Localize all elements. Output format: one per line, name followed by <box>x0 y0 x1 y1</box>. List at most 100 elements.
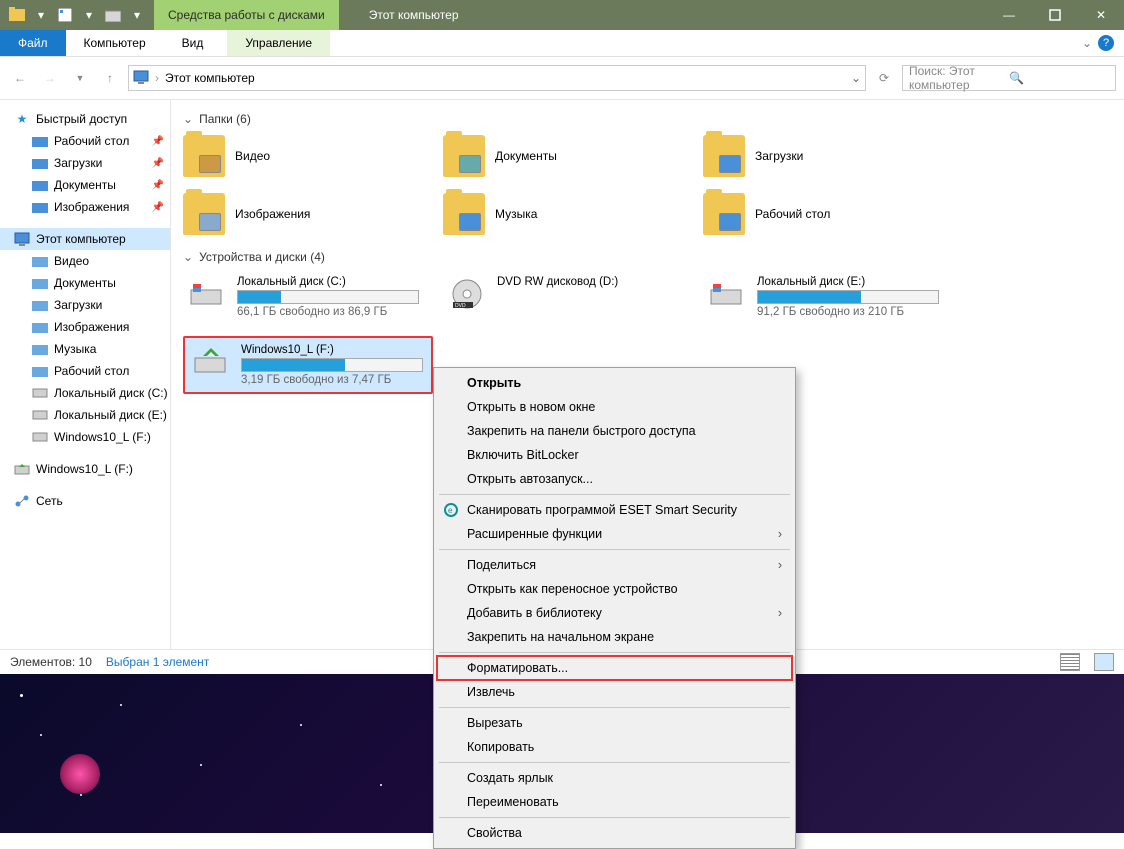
menu-item[interactable]: Открыть как переносное устройство <box>437 577 792 601</box>
tiles-view-button[interactable] <box>1094 653 1114 671</box>
maximize-button[interactable] <box>1032 0 1078 30</box>
drive-icon <box>191 344 231 380</box>
sidebar-pc-item[interactable]: Музыка <box>0 338 170 360</box>
help-icon[interactable]: ? <box>1098 35 1114 51</box>
folder-item[interactable]: Музыка <box>443 192 693 236</box>
menu-item[interactable]: Поделиться› <box>437 553 792 577</box>
sidebar-quick-item[interactable]: Документы📌 <box>0 174 170 196</box>
address-bar[interactable]: › Этот компьютер ⌄ <box>128 65 866 91</box>
menu-separator <box>439 707 790 708</box>
menu-item-label: Закрепить на начальном экране <box>467 630 654 644</box>
sidebar-network[interactable]: Сеть <box>0 490 170 512</box>
refresh-button[interactable]: ⟳ <box>872 66 896 90</box>
svg-text:DVD: DVD <box>455 303 466 309</box>
address-location: Этот компьютер <box>165 71 255 85</box>
drive-item[interactable]: DVDDVD RW дисковод (D:) <box>443 272 693 322</box>
drives-group-header[interactable]: ⌄Устройства и диски (4) <box>183 250 1112 264</box>
minimize-button[interactable]: — <box>986 0 1032 30</box>
menu-item[interactable]: Извлечь <box>437 680 792 704</box>
menu-item[interactable]: Вырезать <box>437 711 792 735</box>
menu-item[interactable]: Переименовать <box>437 790 792 814</box>
drive-icon <box>707 276 747 312</box>
menu-item[interactable]: Закрепить на панели быстрого доступа <box>437 419 792 443</box>
ribbon-tab-file[interactable]: Файл <box>0 30 66 56</box>
folder-item[interactable]: Рабочий стол <box>703 192 953 236</box>
ribbon-tab-computer[interactable]: Компьютер <box>66 30 164 56</box>
nav-back-button[interactable]: ← <box>8 66 32 90</box>
pin-icon: 📌 <box>152 202 164 213</box>
menu-separator <box>439 549 790 550</box>
search-input[interactable]: Поиск: Этот компьютер 🔍 <box>902 65 1116 91</box>
nav-recent-dropdown[interactable]: ▼ <box>68 66 92 90</box>
sidebar-item-label: Windows10_L (F:) <box>54 430 151 444</box>
selection-info: Выбран 1 элемент <box>106 655 209 669</box>
sidebar-quick-item[interactable]: Рабочий стол📌 <box>0 130 170 152</box>
address-dropdown-icon[interactable]: ⌄ <box>851 71 861 85</box>
properties-icon[interactable] <box>56 6 74 24</box>
sidebar-quick-item[interactable]: Изображения 📌 <box>0 196 170 218</box>
address-bar-row: ← → ▼ ↑ › Этот компьютер ⌄ ⟳ Поиск: Этот… <box>0 57 1124 100</box>
details-view-button[interactable] <box>1060 653 1080 671</box>
drive-item[interactable]: Windows10_L (F:)3,19 ГБ свободно из 7,47… <box>183 336 433 394</box>
folder-item[interactable]: Видео <box>183 134 433 178</box>
menu-item[interactable]: eСканировать программой ESET Smart Secur… <box>437 498 792 522</box>
qat-dropdown-icon[interactable]: ▾ <box>32 6 50 24</box>
sidebar-pc-item[interactable]: Видео <box>0 250 170 272</box>
sidebar-this-pc[interactable]: Этот компьютер <box>0 228 170 250</box>
network-icon <box>14 493 30 509</box>
library-icon <box>32 275 48 291</box>
drive-free-space: 3,19 ГБ свободно из 7,47 ГБ <box>241 374 425 386</box>
folders-group-header[interactable]: ⌄Папки (6) <box>183 112 1112 126</box>
menu-item[interactable]: Создать ярлык <box>437 766 792 790</box>
menu-separator <box>439 762 790 763</box>
drive-icon <box>32 407 48 423</box>
menu-item[interactable]: Включить BitLocker <box>437 443 792 467</box>
sidebar-pc-item[interactable]: Локальный диск (C:) <box>0 382 170 404</box>
menu-item[interactable]: Добавить в библиотеку› <box>437 601 792 625</box>
folder-item[interactable]: Загрузки <box>703 134 953 178</box>
menu-separator <box>439 494 790 495</box>
star-icon: ★ <box>14 111 30 127</box>
sidebar-pc-item[interactable]: Загрузки <box>0 294 170 316</box>
chevron-down-icon: ⌄ <box>183 112 193 126</box>
close-button[interactable]: ✕ <box>1078 0 1124 30</box>
search-placeholder: Поиск: Этот компьютер <box>909 64 1009 92</box>
submenu-arrow-icon: › <box>778 606 782 620</box>
menu-item[interactable]: Форматировать... <box>437 656 792 680</box>
sidebar-pc-item[interactable]: Windows10_L (F:) <box>0 426 170 448</box>
nav-up-button[interactable]: ↑ <box>98 66 122 90</box>
new-folder-icon[interactable] <box>104 6 122 24</box>
folder-item[interactable]: Изображения <box>183 192 433 236</box>
menu-item[interactable]: Открыть автозапуск... <box>437 467 792 491</box>
capacity-bar <box>237 290 419 304</box>
this-pc-icon <box>133 70 149 86</box>
ribbon-tab-manage[interactable]: Управление <box>227 30 330 56</box>
sidebar-pc-item[interactable]: Рабочий стол <box>0 360 170 382</box>
sidebar-pc-item[interactable]: Изображения <box>0 316 170 338</box>
sidebar-quick-access[interactable]: ★Быстрый доступ <box>0 108 170 130</box>
menu-item[interactable]: Закрепить на начальном экране <box>437 625 792 649</box>
sidebar-pc-item[interactable]: Документы <box>0 272 170 294</box>
ribbon-expand-icon[interactable]: ⌄ <box>1082 36 1092 50</box>
sidebar-pc-item[interactable]: Локальный диск (E:) <box>0 404 170 426</box>
menu-item[interactable]: Открыть в новом окне <box>437 395 792 419</box>
sidebar-item-label: Изображения <box>54 200 129 214</box>
explorer-icon[interactable] <box>8 6 26 24</box>
folder-label: Загрузки <box>755 149 803 163</box>
menu-item[interactable]: Свойства <box>437 821 792 845</box>
drive-item[interactable]: Локальный диск (C:)66,1 ГБ свободно из 8… <box>183 272 433 322</box>
qat-more-icon[interactable]: ▾ <box>128 6 146 24</box>
nav-forward-button[interactable]: → <box>38 66 62 90</box>
folder-icon <box>443 135 485 177</box>
folder-item[interactable]: Документы <box>443 134 693 178</box>
menu-item[interactable]: Расширенные функции› <box>437 522 792 546</box>
ribbon-tab-view[interactable]: Вид <box>164 30 222 56</box>
menu-item[interactable]: Копировать <box>437 735 792 759</box>
library-icon <box>32 297 48 313</box>
navigation-pane: ★Быстрый доступ Рабочий стол📌Загрузки📌До… <box>0 100 171 649</box>
menu-item[interactable]: Открыть <box>437 371 792 395</box>
sidebar-quick-item[interactable]: Загрузки📌 <box>0 152 170 174</box>
drive-item[interactable]: Локальный диск (E:)91,2 ГБ свободно из 2… <box>703 272 953 322</box>
sidebar-extra-drive[interactable]: Windows10_L (F:) <box>0 458 170 480</box>
qat-dropdown2-icon[interactable]: ▾ <box>80 6 98 24</box>
